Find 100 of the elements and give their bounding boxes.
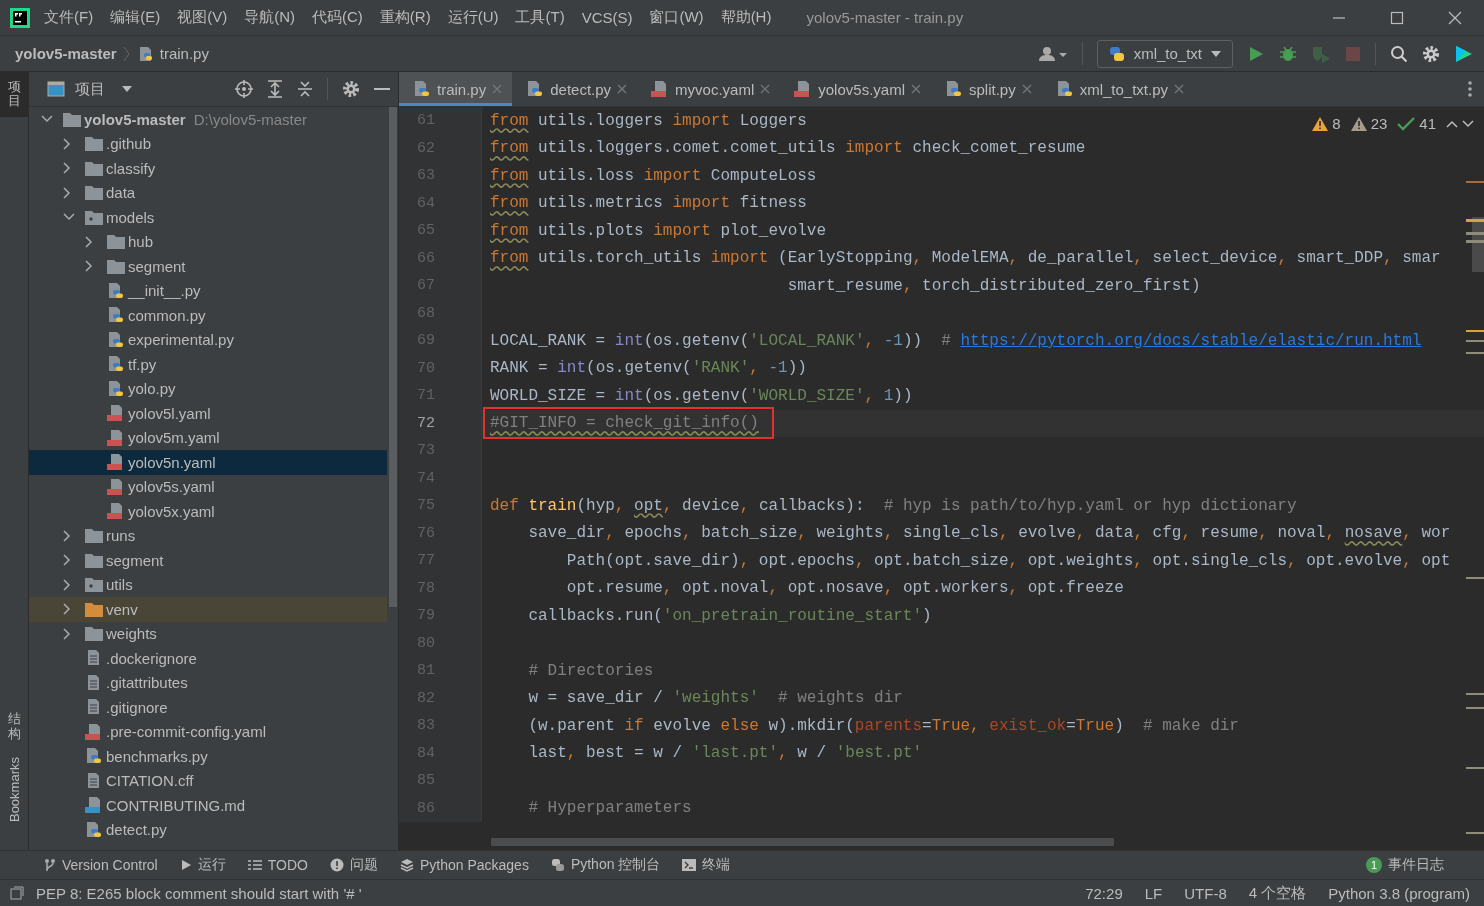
editor-tab[interactable]: myvoc.yaml [637,72,781,106]
tool-window-button[interactable]: 问题 [329,856,378,874]
chevron-right-icon[interactable] [63,529,71,542]
locate-icon[interactable] [235,80,253,98]
tool-window-button[interactable]: 运行 [179,856,226,874]
menu-item[interactable]: 编辑(E) [110,8,161,27]
tree-item[interactable]: data [29,180,387,205]
close-icon[interactable] [1448,10,1462,25]
tree-item[interactable]: __init__.py [29,278,387,303]
side-tab[interactable]: 项目 [0,72,28,117]
side-tab[interactable]: 结构 [0,704,28,749]
minimize-icon[interactable] [374,87,390,91]
settings-icon[interactable] [342,80,360,98]
more-icon[interactable] [1468,81,1472,97]
status-item[interactable]: UTF-8 [1184,884,1227,902]
tree-item[interactable]: common.py [29,303,387,328]
tree-item[interactable]: venv [29,597,387,622]
tree-item[interactable]: tf.py [29,352,387,377]
tree-item[interactable]: CITATION.cff [29,768,387,793]
chevron-down-icon[interactable] [63,213,75,222]
scrollbar[interactable] [491,838,1114,846]
toolbox-logo-icon[interactable] [1454,43,1474,64]
tree-item[interactable]: segment [29,254,387,279]
menu-item[interactable]: VCS(S) [581,9,633,26]
menu-item[interactable]: 文件(F) [44,8,94,27]
tree-item[interactable]: utils [29,572,387,597]
tree-item[interactable]: .pre-commit-config.yaml [29,719,387,744]
status-item[interactable]: 72:29 [1085,884,1123,902]
chevron-right-icon[interactable] [63,186,71,199]
chevron-right-icon[interactable] [63,162,71,175]
tree-item[interactable]: yolov5m.yaml [29,425,387,450]
tree-item[interactable]: yolov5n.yaml [29,450,387,475]
tree-item[interactable]: .gitattributes [29,670,387,695]
menu-item[interactable]: 窗口(W) [649,8,704,27]
status-item[interactable]: Python 3.8 (program) [1328,884,1470,902]
menu-item[interactable]: 导航(N) [244,8,295,27]
tool-window-button[interactable]: Python Packages [399,857,529,873]
editor-tab[interactable]: split.py [930,72,1042,106]
side-tab[interactable]: Bookmarks [0,748,28,830]
tree-item[interactable]: hub [29,229,387,254]
chevron-right-icon[interactable] [63,578,71,591]
menu-item[interactable]: 运行(U) [447,8,499,27]
dropdown-icon[interactable] [121,85,133,93]
chevron-right-icon[interactable] [63,554,71,567]
editor-tab[interactable]: train.py [399,72,513,106]
breadcrumb-item[interactable]: train.py [159,45,209,62]
panel-title[interactable]: 项目 [75,79,105,99]
editor-tab[interactable]: yolov5s.yaml [780,72,931,106]
panel-toggle-icon[interactable] [10,886,24,900]
settings-icon[interactable] [1422,44,1440,63]
status-item[interactable]: 4 个空格 [1248,883,1307,903]
close-icon[interactable] [910,84,921,94]
collapse-all-icon[interactable] [297,80,313,98]
tree-item[interactable]: benchmarks.py [29,744,387,769]
expand-all-icon[interactable] [267,80,283,98]
tree-item[interactable]: .github [29,131,387,156]
bug-icon[interactable] [1279,44,1297,63]
tree-item[interactable]: runs [29,523,387,548]
inspection-widget[interactable]: 8 23 41 [1312,115,1474,132]
tree-item[interactable]: yolo.py [29,376,387,401]
tool-window-button[interactable]: 终端 [682,856,731,874]
tree-item[interactable]: segment [29,548,387,573]
close-icon[interactable] [1174,84,1185,94]
menu-item[interactable]: 重构(R) [379,8,431,27]
close-icon[interactable] [760,84,771,94]
menu-item[interactable]: 帮助(H) [720,8,772,27]
status-item[interactable]: LF [1144,884,1163,902]
tree-item[interactable]: weights [29,621,387,646]
chevron-right-icon[interactable] [63,137,71,150]
tree-item[interactable]: classify [29,156,387,181]
code-link[interactable]: https://pytorch.org/docs/stable/elastic/run.html [960,331,1422,350]
chevron-down-icon[interactable] [1462,119,1474,128]
close-icon[interactable] [617,84,628,94]
run-icon[interactable] [1247,44,1265,63]
breadcrumb-item[interactable]: yolov5-master [15,45,117,62]
tree-item[interactable]: yolov5-master D:\yolov5-master [29,107,387,132]
tree-item[interactable]: .gitignore [29,695,387,720]
tool-window-button[interactable]: Python 控制台 [550,856,661,874]
chevron-up-icon[interactable] [1446,119,1458,128]
tree-item[interactable]: .dockerignore [29,646,387,671]
menu-item[interactable]: 工具(T) [515,8,565,27]
tree-item[interactable]: yolov5s.yaml [29,474,387,499]
editor-tab[interactable]: xml_to_txt.py [1041,72,1195,106]
maximize-icon[interactable] [1390,10,1404,25]
chevron-right-icon[interactable] [85,235,93,248]
search-icon[interactable] [1390,44,1408,63]
tree-item[interactable]: yolov5l.yaml [29,401,387,426]
menu-item[interactable]: 视图(V) [177,8,228,27]
scrollbar-thumb[interactable] [388,107,397,607]
tree-item[interactable]: detect.py [29,817,387,842]
editor-tab[interactable]: detect.py [512,72,638,106]
close-icon[interactable] [1021,84,1032,94]
chevron-right-icon[interactable] [63,627,71,640]
chevron-down-icon[interactable] [41,115,53,124]
tree-item[interactable]: CONTRIBUTING.md [29,793,387,818]
tree-item[interactable]: experimental.py [29,327,387,352]
event-log-button[interactable]: 1 事件日志 [1366,856,1444,874]
menu-item[interactable]: 代码(C) [312,8,363,27]
run-configuration-dropdown[interactable]: xml_to_txt [1096,39,1233,68]
chevron-right-icon[interactable] [63,603,71,616]
